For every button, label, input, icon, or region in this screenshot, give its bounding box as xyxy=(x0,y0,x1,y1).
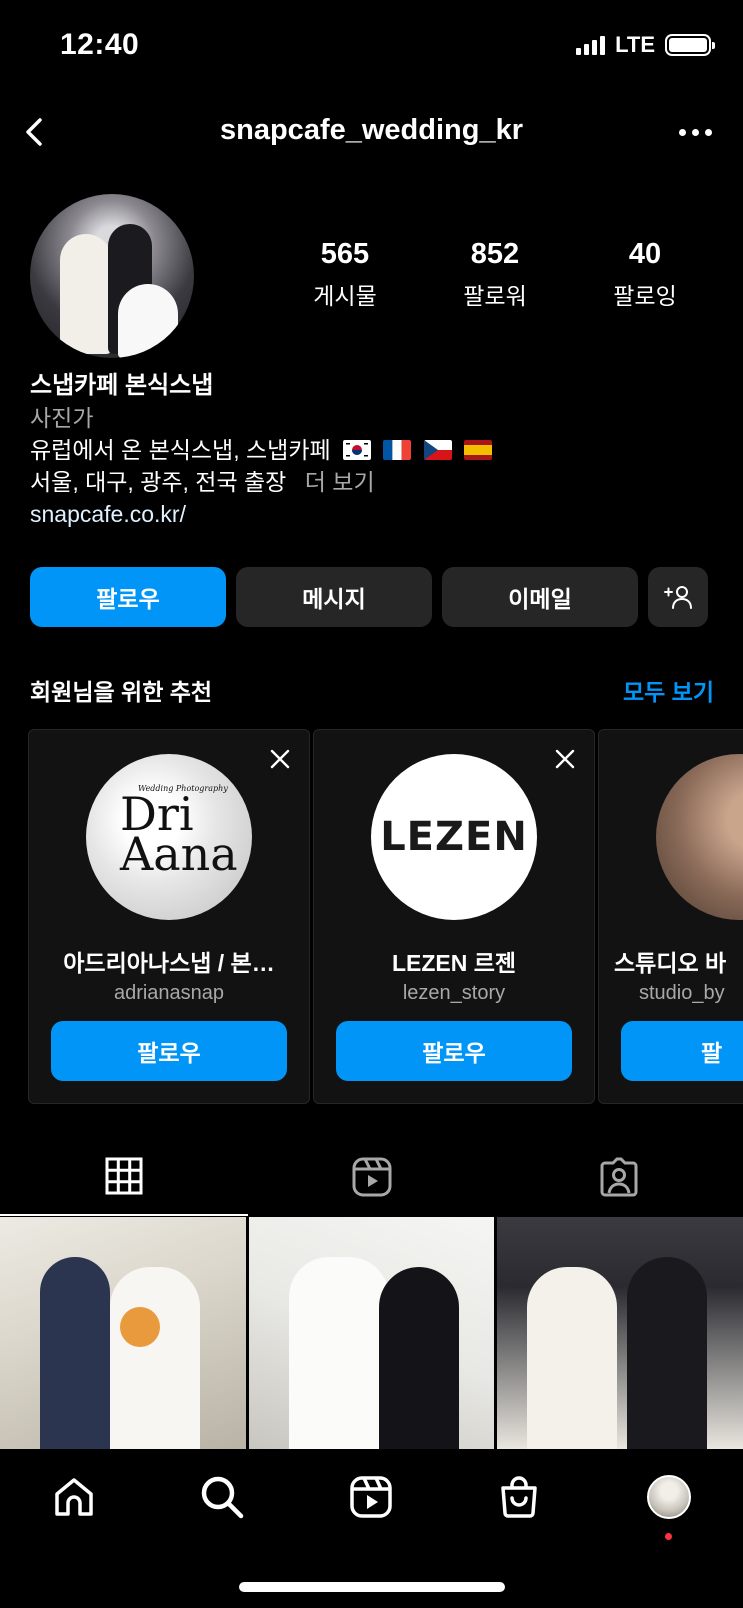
suggestion-card[interactable]: 스튜디오 바 studio_by 팔 xyxy=(598,729,743,1104)
status-indicators: LTE xyxy=(576,32,715,58)
network-label: LTE xyxy=(615,32,655,57)
profile-avatar[interactable] xyxy=(30,194,194,358)
stat-followers[interactable]: 852 팔로워 xyxy=(420,238,570,311)
suggestion-card[interactable]: LEZEN LEZEN 르젠 lezen_story 팔로우 xyxy=(313,729,595,1104)
suggestion-avatar[interactable]: LEZEN xyxy=(371,754,537,920)
suggestions-title: 회원님을 위한 추천 xyxy=(30,679,213,705)
status-bar: 12:40 LTE xyxy=(0,0,743,95)
nav-search[interactable] xyxy=(197,1472,247,1522)
profile-avatar-small xyxy=(647,1475,691,1519)
home-icon xyxy=(55,1478,93,1516)
bio-line-2-text: 서울, 대구, 광주, 전국 출장 xyxy=(30,469,287,495)
suggestions-header: 회원님을 위한 추천 모두 보기 xyxy=(30,673,714,707)
reels-icon xyxy=(350,1476,392,1518)
bio-line-1-text: 유럽에서 온 본식스냅, 스냅카페 xyxy=(30,437,331,463)
page-title: snapcafe_wedding_kr xyxy=(220,114,523,146)
suggestion-handle: adrianasnap xyxy=(113,982,225,1004)
suggestion-follow-button[interactable]: 팔 xyxy=(621,1021,743,1081)
suggestion-avatar[interactable] xyxy=(656,754,743,920)
close-icon[interactable] xyxy=(554,748,576,770)
bio-line-2: 서울, 대구, 광주, 전국 출장 더 보기 xyxy=(30,466,720,498)
france-flag-icon xyxy=(383,440,412,460)
add-person-icon xyxy=(664,586,692,609)
tagged-icon xyxy=(600,1157,638,1197)
more-horizontal-icon[interactable] xyxy=(679,118,715,146)
stat-posts[interactable]: 565 게시물 xyxy=(270,238,420,311)
home-indicator[interactable] xyxy=(239,1582,505,1592)
stat-following-label: 팔로잉 xyxy=(613,283,677,309)
bio-more-link[interactable]: 더 보기 xyxy=(305,469,375,495)
nav-profile[interactable] xyxy=(644,1472,694,1522)
tab-reels[interactable] xyxy=(248,1140,496,1216)
stat-following[interactable]: 40 팔로잉 xyxy=(570,238,720,311)
suggestion-name: 스튜디오 바 xyxy=(614,950,727,976)
suggestion-card[interactable]: Wedding Photography Dri Aana 아드리아나스냅 / 본… xyxy=(28,729,310,1104)
suggestion-follow-button[interactable]: 팔로우 xyxy=(336,1021,572,1081)
suggestion-name: 아드리아나스냅 / 본… xyxy=(63,950,275,976)
suggestion-handle: studio_by xyxy=(639,982,725,1004)
shop-icon xyxy=(501,1476,537,1518)
stat-posts-label: 게시물 xyxy=(313,283,377,309)
grid-icon xyxy=(105,1157,143,1195)
website-link[interactable]: snapcafe.co.kr/ xyxy=(30,498,720,530)
reels-icon xyxy=(352,1157,391,1197)
post-grid xyxy=(0,1217,743,1449)
post-thumbnail[interactable] xyxy=(248,1217,495,1449)
email-button[interactable]: 이메일 xyxy=(442,567,638,627)
nav-reels[interactable] xyxy=(346,1472,396,1522)
tab-tagged[interactable] xyxy=(495,1140,743,1216)
profile-category: 사진가 xyxy=(30,405,94,431)
post-thumbnail[interactable] xyxy=(497,1217,743,1449)
see-all-link[interactable]: 모두 보기 xyxy=(623,673,714,707)
suggestion-follow-button[interactable]: 팔로우 xyxy=(51,1021,287,1081)
suggestion-handle: lezen_story xyxy=(402,982,506,1004)
post-thumbnail[interactable] xyxy=(0,1217,246,1449)
nav-home[interactable] xyxy=(49,1472,99,1522)
stat-following-value: 40 xyxy=(628,238,662,270)
stat-followers-label: 팔로워 xyxy=(463,283,527,309)
follow-button[interactable]: 팔로우 xyxy=(30,567,226,627)
suggestion-carousel[interactable]: Wedding Photography Dri Aana 아드리아나스냅 / 본… xyxy=(28,729,743,1105)
battery-icon xyxy=(665,34,715,56)
profile-tabs xyxy=(0,1140,743,1216)
suggestion-logo-text: Dri Aana xyxy=(120,787,238,881)
close-icon[interactable] xyxy=(269,748,291,770)
profile-header: snapcafe_wedding_kr xyxy=(0,100,743,164)
tab-posts[interactable] xyxy=(0,1140,248,1216)
suggestion-logo-text: LEZEN xyxy=(380,814,528,860)
suggestion-name: LEZEN 르젠 xyxy=(391,950,517,976)
signal-icon xyxy=(576,35,606,55)
status-time: 12:40 xyxy=(60,28,140,61)
notification-dot xyxy=(665,1533,672,1540)
south-korea-flag-icon xyxy=(343,440,372,460)
message-button[interactable]: 메시지 xyxy=(236,567,432,627)
search-icon xyxy=(201,1476,244,1519)
bio-line-1: 유럽에서 온 본식스냅, 스냅카페 xyxy=(30,434,720,466)
profile-name: 스냅카페 본식스냅 xyxy=(30,372,214,399)
stat-followers-value: 852 xyxy=(470,238,520,270)
profile-bio: 스냅카페 본식스냅 사진가 유럽에서 온 본식스냅, 스냅카페 서울, 대구, … xyxy=(30,370,720,530)
add-person-button[interactable] xyxy=(648,567,708,627)
spain-flag-icon xyxy=(464,440,493,460)
nav-shop[interactable] xyxy=(494,1472,544,1522)
profile-stats: 565 게시물 852 팔로워 40 팔로잉 xyxy=(270,238,720,311)
suggestion-avatar[interactable]: Wedding Photography Dri Aana xyxy=(86,754,252,920)
bottom-nav xyxy=(0,1450,743,1608)
profile-actions: 팔로우 메시지 이메일 xyxy=(30,567,714,627)
stat-posts-value: 565 xyxy=(320,238,370,270)
czech-flag-icon xyxy=(423,440,452,460)
